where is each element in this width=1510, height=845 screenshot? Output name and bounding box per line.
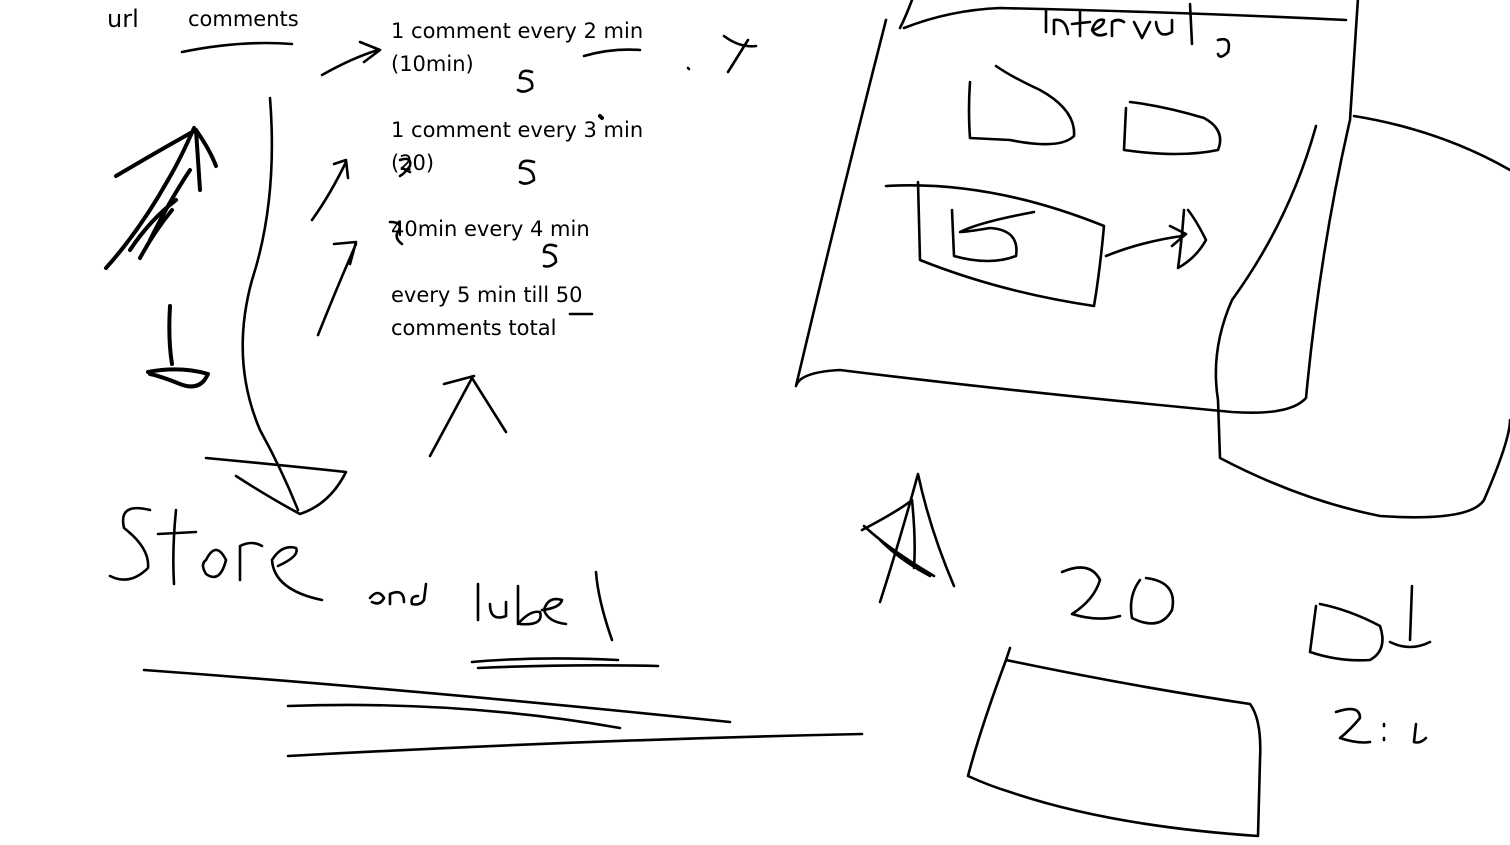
arrow-to-note-3 [316, 240, 358, 337]
whiteboard-canvas: { "canvas": { "background_color": "#ffff… [0, 0, 1510, 845]
intervals-box [794, 0, 1360, 414]
comments-underline [180, 41, 294, 54]
arrow-to-note-2 [310, 158, 350, 222]
scribble-note-3 [388, 220, 404, 246]
top-curve-mark [898, 0, 914, 30]
handwriting-20 [1060, 566, 1175, 625]
handwriting-store [108, 506, 324, 602]
handwritten-5-a [516, 69, 534, 93]
scribble-note-2 [398, 157, 412, 178]
inner-box [884, 180, 1106, 308]
dd-letters [967, 64, 1222, 156]
dot-note-2 [598, 114, 604, 120]
dot-mark [686, 66, 691, 71]
x-mark [722, 34, 758, 74]
long-stroke-3 [286, 732, 864, 758]
handwritten-5-b [518, 159, 536, 185]
handwriting-label [476, 570, 614, 642]
handwriting-ratio [1334, 707, 1428, 744]
long-stroke-2 [286, 703, 622, 730]
handwritten-5-c [542, 243, 558, 268]
left-scribble-arrow [104, 126, 218, 270]
left-scribble-down [146, 304, 210, 389]
long-stroke-1 [142, 668, 732, 724]
freehand-sketch [104, 0, 1510, 838]
dash-mark [582, 48, 642, 58]
arrow-caret [428, 374, 508, 458]
right-scribble-arrow [860, 472, 956, 604]
label-underline [470, 657, 660, 670]
handwriting-db [1308, 584, 1432, 662]
bottom-right-box [966, 646, 1262, 838]
arrow-to-note-1 [320, 40, 382, 77]
arrow-right-box [1104, 208, 1208, 270]
long-arrow-down [204, 96, 348, 516]
right-back-box [1214, 114, 1510, 519]
handwriting-and [368, 582, 428, 606]
inner-swirl [950, 208, 1036, 263]
